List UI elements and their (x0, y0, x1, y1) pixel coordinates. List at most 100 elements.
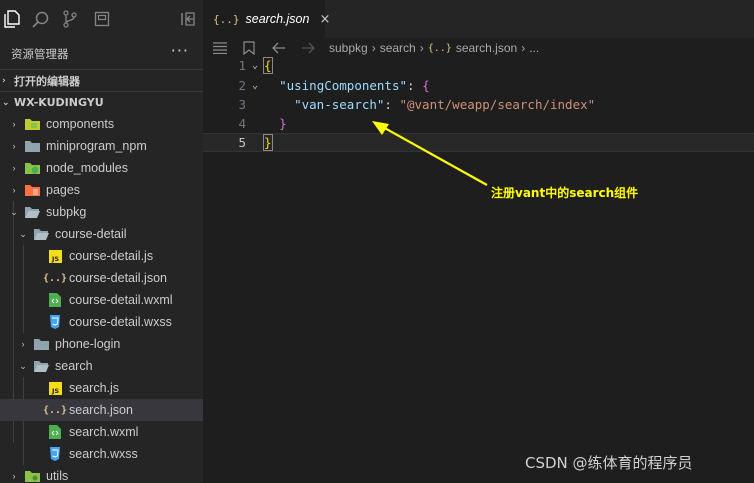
js-file-icon: JS (47, 381, 63, 395)
tree-item[interactable]: search.wxml (0, 421, 203, 443)
chevron-down-icon[interactable]: ⌄ (17, 229, 29, 240)
extensions-icon[interactable] (92, 9, 112, 29)
svg-text:JS: JS (50, 387, 58, 395)
folder-open-icon (24, 205, 40, 219)
open-brace: { (422, 78, 430, 93)
chevron-right-icon: › (521, 41, 526, 55)
wxss-file-icon (47, 447, 63, 461)
tree-item-label: search.json (69, 403, 133, 417)
tree-item-label: search.js (69, 381, 120, 395)
forward-arrow-icon[interactable] (300, 38, 316, 58)
breadcrumb-ellipsis[interactable]: ... (529, 41, 539, 55)
chevron-right-icon[interactable]: › (8, 471, 20, 481)
chevron-right-icon[interactable]: › (8, 163, 20, 173)
open-brace: { (263, 57, 273, 74)
svg-text:JS: JS (50, 255, 58, 263)
chevron-down-icon[interactable]: ⌄ (246, 60, 264, 71)
tree-item[interactable]: › pages (0, 179, 203, 201)
workspace-label: WX-KUDINGYU (14, 96, 104, 109)
tree-item[interactable]: › miniprogram_npm (0, 135, 203, 157)
open-editors-section[interactable]: › 打开的编辑器 (0, 69, 203, 91)
code-line-4[interactable]: 4 } (203, 114, 754, 133)
editor-area: {..} search.json × subpkg › search › {..… (203, 0, 754, 483)
close-brace: } (263, 134, 273, 151)
list-icon[interactable] (212, 38, 228, 58)
search-icon[interactable] (30, 9, 50, 29)
json-key: "van-search" (294, 97, 385, 112)
json-file-icon: {..} (427, 42, 452, 54)
breadcrumb-search[interactable]: search (380, 41, 416, 55)
chevron-right-icon: › (371, 41, 376, 55)
folder-icon (33, 337, 49, 351)
chevron-down-icon[interactable]: ⌄ (8, 207, 20, 218)
tree-item[interactable]: ⌄ subpkg (0, 201, 203, 223)
folder-open-icon (33, 359, 49, 373)
back-arrow-icon[interactable] (271, 38, 287, 58)
chevron-right-icon[interactable]: › (8, 185, 20, 195)
breadcrumb-subpkg[interactable]: subpkg (329, 41, 368, 55)
line-number: 2 (238, 78, 246, 93)
code-line-3[interactable]: 3 "van-search": "@vant/weapp/search/inde… (203, 95, 754, 114)
watermark: CSDN @练体育的程序员 (525, 454, 693, 472)
close-brace: } (279, 116, 287, 131)
tree-item[interactable]: ⌄ course-detail (0, 223, 203, 245)
folder-open-icon (33, 227, 49, 241)
tree-item-label: node_modules (46, 161, 129, 175)
tab-bar: {..} search.json × (203, 0, 754, 38)
tree-item[interactable]: › utils (0, 465, 203, 483)
utils-folder-icon (24, 469, 40, 483)
tree-item[interactable]: course-detail.wxml (0, 289, 203, 311)
tree-item[interactable]: course-detail.wxss (0, 311, 203, 333)
chevron-right-icon: › (419, 41, 424, 55)
tree-item-label: miniprogram_npm (46, 139, 147, 153)
bookmark-icon[interactable] (241, 38, 257, 58)
tree-item[interactable]: › node_modules (0, 157, 203, 179)
tree-item[interactable]: {..} search.json (0, 399, 203, 421)
tree-item[interactable]: › phone-login (0, 333, 203, 355)
tree-item-label: search (55, 359, 93, 373)
breadcrumb-search-json[interactable]: search.json (456, 41, 517, 55)
tree-item-label: course-detail.json (69, 271, 167, 285)
close-icon[interactable]: × (319, 12, 330, 27)
tree-item[interactable]: › components (0, 113, 203, 135)
line-number: 5 (238, 135, 246, 150)
tree-item-label: course-detail.wxss (69, 315, 172, 329)
workspace-section[interactable]: ⌄ WX-KUDINGYU (0, 91, 203, 113)
pages-folder-icon (24, 183, 40, 197)
tab-search-json[interactable]: {..} search.json × (203, 0, 330, 38)
files-icon[interactable] (2, 9, 22, 29)
tree-item-label: course-detail.js (69, 249, 154, 263)
tree-item[interactable]: ⌄ search (0, 355, 203, 377)
tab-label: search.json (245, 12, 310, 26)
tree-item[interactable]: JS search.js (0, 377, 203, 399)
explorer-title: 资源管理器 (11, 47, 69, 61)
tree-item-label: utils (46, 469, 69, 483)
open-editors-label: 打开的编辑器 (14, 74, 80, 88)
json-key: "usingComponents" (279, 78, 407, 93)
code-line-2[interactable]: 2 ⌄ "usingComponents": { (203, 76, 754, 95)
chevron-down-icon[interactable]: ⌄ (246, 80, 264, 91)
explorer-sidebar: 资源管理器 ··· › 打开的编辑器 ⌄ WX-KUDINGYU › compon… (0, 0, 203, 483)
source-control-icon[interactable] (60, 9, 80, 29)
more-actions-icon[interactable]: ··· (171, 41, 189, 60)
chevron-down-icon[interactable]: ⌄ (17, 361, 29, 372)
code-line-1[interactable]: 1 ⌄ { (203, 56, 754, 75)
wxml-file-icon (47, 293, 63, 307)
chevron-right-icon[interactable]: › (8, 141, 20, 151)
annotation-text: 注册vant中的search组件 (491, 186, 639, 200)
tree-item[interactable]: search.wxss (0, 443, 203, 465)
json-file-icon: {..} (213, 12, 240, 26)
activity-bar (0, 0, 203, 38)
tree-item[interactable]: {..} course-detail.json (0, 267, 203, 289)
tree-item-label: pages (46, 183, 81, 197)
toggle-panel-icon[interactable] (178, 9, 198, 29)
tree-item[interactable]: JS course-detail.js (0, 245, 203, 267)
chevron-right-icon[interactable]: › (17, 339, 29, 349)
folder-icon (24, 139, 40, 153)
explorer-header: 资源管理器 ··· (0, 38, 203, 68)
chevron-right-icon[interactable]: › (8, 119, 20, 129)
tree-item-label: phone-login (55, 337, 121, 351)
wxss-file-icon (47, 315, 63, 329)
code-line-5[interactable]: 5 } (203, 133, 754, 152)
tree-item-label: course-detail.wxml (69, 293, 173, 307)
